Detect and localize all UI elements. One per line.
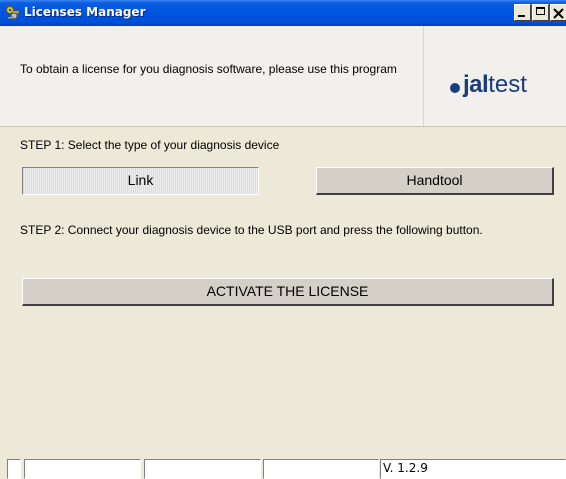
title-bar[interactable]: Licenses Manager xyxy=(0,0,566,26)
minimize-button[interactable] xyxy=(514,4,531,21)
keys-icon xyxy=(5,5,21,21)
maximize-icon xyxy=(536,7,545,15)
minimize-icon xyxy=(518,15,525,17)
logo-dot-icon xyxy=(450,83,460,93)
licenses-manager-window: Licenses Manager To obtain a license for… xyxy=(0,0,566,479)
logo-light-text: test xyxy=(488,71,527,98)
jaltest-logo: jal test xyxy=(450,70,527,100)
logo-bold-text: jal xyxy=(463,71,489,98)
status-panel xyxy=(7,459,21,479)
step1-label: STEP 1: Select the type of your diagnosi… xyxy=(20,138,280,152)
status-bar: V. 1.2.9 xyxy=(0,452,566,479)
handtool-device-button[interactable]: Handtool xyxy=(316,167,554,195)
close-button[interactable] xyxy=(550,4,566,21)
version-label: V. 1.2.9 xyxy=(380,459,566,479)
status-panel xyxy=(24,459,141,479)
maximize-button[interactable] xyxy=(532,4,549,21)
window-title: Licenses Manager xyxy=(24,5,146,19)
link-device-button[interactable]: Link xyxy=(22,167,259,195)
header-divider xyxy=(423,26,424,126)
close-icon xyxy=(553,6,564,24)
header-description: To obtain a license for you diagnosis so… xyxy=(20,62,397,76)
header-panel: To obtain a license for you diagnosis so… xyxy=(0,26,566,127)
activate-license-button[interactable]: ACTIVATE THE LICENSE xyxy=(22,278,554,306)
step2-label: STEP 2: Connect your diagnosis device to… xyxy=(20,223,483,237)
status-panel xyxy=(144,459,261,479)
status-panel xyxy=(263,459,379,479)
